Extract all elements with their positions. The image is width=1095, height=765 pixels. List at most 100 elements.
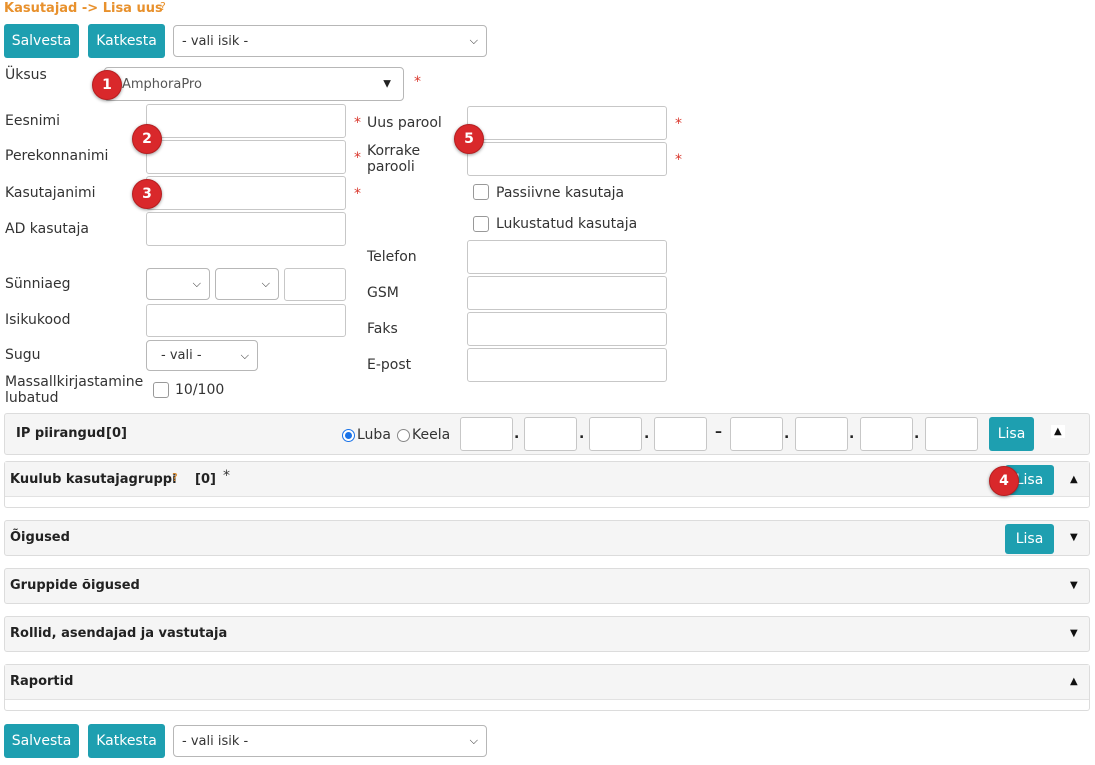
deny-radio[interactable]: [397, 429, 410, 442]
cancel-button-bottom[interactable]: Katkesta: [88, 724, 165, 758]
save-button-bottom[interactable]: Salvesta: [4, 724, 79, 758]
ip-to-octet-3[interactable]: [860, 417, 913, 451]
ip-restrictions-title: IP piirangud: [16, 426, 106, 441]
mass-sign-label: Massallkirjastamine lubatud: [5, 374, 143, 406]
reports-panel: Raportid ▲: [4, 664, 1090, 711]
ip-separator-dot: .: [849, 426, 855, 442]
person-select-value: - vali isik -: [182, 733, 249, 749]
ip-from-octet-4[interactable]: [654, 417, 707, 451]
repeat-password-label: Korrake parooli: [367, 143, 420, 175]
unit-required-mark: *: [414, 74, 421, 90]
reports-header[interactable]: Raportid ▲: [5, 665, 1089, 700]
username-input[interactable]: [146, 176, 346, 210]
save-button[interactable]: Salvesta: [4, 24, 79, 58]
mass-sign-checkbox[interactable]: [153, 382, 169, 398]
unit-label: Üksus: [5, 67, 47, 83]
birth-month-select[interactable]: ⌵: [215, 268, 279, 300]
triangle-up-icon[interactable]: ▲: [1070, 474, 1078, 485]
birth-day-select[interactable]: ⌵: [146, 268, 210, 300]
email-label: E-post: [367, 357, 412, 373]
rights-panel[interactable]: Õigused Lisa ▼: [4, 520, 1090, 556]
passive-user-checkbox[interactable]: [473, 184, 489, 200]
gender-select[interactable]: - vali - ⌵: [146, 340, 258, 371]
person-select[interactable]: - vali isik - ⌵: [173, 25, 487, 57]
triangle-up-icon[interactable]: ▲: [1070, 676, 1078, 687]
rights-add-button[interactable]: Lisa: [1005, 524, 1054, 554]
mass-sign-label-line2: lubatud: [5, 390, 59, 406]
repeat-password-input[interactable]: [467, 142, 667, 176]
phone-input[interactable]: [467, 240, 667, 274]
mass-sign-count: 10/100: [175, 382, 225, 398]
firstname-label: Eesnimi: [5, 113, 61, 129]
chevron-down-icon: ⌵: [261, 277, 270, 290]
birth-year-input[interactable]: [284, 268, 346, 301]
idcode-label: Isikukood: [5, 312, 71, 328]
user-groups-count: [0]: [195, 472, 216, 487]
ad-user-input[interactable]: [146, 212, 346, 246]
new-password-label: Uus parool: [367, 115, 442, 131]
allow-label: Luba: [357, 427, 391, 443]
group-rights-panel[interactable]: Gruppide õigused ▼: [4, 568, 1090, 604]
chevron-down-icon: ⌵: [192, 277, 201, 290]
ip-from-octet-2[interactable]: [524, 417, 577, 451]
firstname-input[interactable]: [146, 104, 346, 138]
locked-user-checkbox[interactable]: [473, 216, 489, 232]
ip-range-dash: –: [715, 424, 722, 440]
username-label: Kasutajanimi: [5, 185, 96, 201]
new-password-input[interactable]: [467, 106, 667, 140]
cancel-button[interactable]: Katkesta: [88, 24, 165, 58]
phone-label: Telefon: [367, 249, 417, 265]
breadcrumb[interactable]: Kasutajad -> Lisa uus: [4, 1, 163, 16]
user-groups-header[interactable]: Kuulub kasutajagruppi ? [0] * Lisa ▲: [5, 462, 1089, 497]
allow-radio[interactable]: [342, 429, 355, 442]
email-input[interactable]: [467, 348, 667, 382]
ip-add-button[interactable]: Lisa: [989, 417, 1034, 451]
lastname-required-mark: *: [354, 150, 361, 166]
unit-select[interactable]: AmphoraPro ▼: [104, 67, 404, 101]
marker-4: 4: [989, 466, 1019, 496]
triangle-up-icon[interactable]: ▲: [1051, 425, 1065, 438]
ip-to-octet-2[interactable]: [795, 417, 848, 451]
firstname-required-mark: *: [354, 115, 361, 131]
unit-select-value: AmphoraPro: [122, 76, 202, 92]
rights-title: Õigused: [10, 530, 70, 545]
repeat-password-label-line2: parooli: [367, 159, 415, 175]
ip-to-octet-4[interactable]: [925, 417, 978, 451]
gender-select-value: - vali -: [161, 348, 202, 363]
roles-panel[interactable]: Rollid, asendajad ja vastutaja ▼: [4, 616, 1090, 652]
reports-title: Raportid: [10, 674, 74, 689]
help-icon[interactable]: ?: [160, 0, 166, 13]
idcode-input[interactable]: [146, 304, 346, 337]
user-groups-title: Kuulub kasutajagruppi: [10, 472, 177, 487]
fax-input[interactable]: [467, 312, 667, 346]
person-select-value: - vali isik -: [182, 33, 249, 49]
roles-title: Rollid, asendajad ja vastutaja: [10, 626, 228, 641]
triangle-down-icon[interactable]: ▼: [1070, 532, 1078, 543]
repeat-password-required-mark: *: [675, 152, 682, 168]
ip-separator-dot: .: [514, 426, 520, 442]
fax-label: Faks: [367, 321, 398, 337]
group-rights-title: Gruppide õigused: [10, 578, 140, 593]
new-password-required-mark: *: [675, 116, 682, 132]
ip-restrictions-panel: IP piirangud [0] Luba Keela . . . – . . …: [4, 413, 1090, 455]
triangle-down-icon: ▼: [383, 78, 391, 90]
triangle-down-icon[interactable]: ▼: [1070, 580, 1078, 591]
chevron-down-icon: ⌵: [469, 34, 478, 47]
ad-user-label: AD kasutaja: [5, 221, 89, 237]
ip-from-octet-1[interactable]: [460, 417, 513, 451]
ip-to-octet-1[interactable]: [730, 417, 783, 451]
ip-separator-dot: .: [579, 426, 585, 442]
gsm-input[interactable]: [467, 276, 667, 310]
marker-3: 3: [132, 179, 162, 209]
marker-5: 5: [454, 124, 484, 154]
person-select-bottom[interactable]: - vali isik - ⌵: [173, 725, 487, 757]
lastname-input[interactable]: [146, 140, 346, 174]
ip-from-octet-3[interactable]: [589, 417, 642, 451]
help-icon[interactable]: ?: [172, 471, 178, 484]
triangle-down-icon[interactable]: ▼: [1070, 628, 1078, 639]
birthdate-label: Sünniaeg: [5, 276, 71, 292]
ip-separator-dot: .: [784, 426, 790, 442]
chevron-down-icon: ⌵: [469, 734, 478, 747]
passive-user-label: Passiivne kasutaja: [496, 185, 625, 201]
locked-user-label: Lukustatud kasutaja: [496, 216, 638, 232]
